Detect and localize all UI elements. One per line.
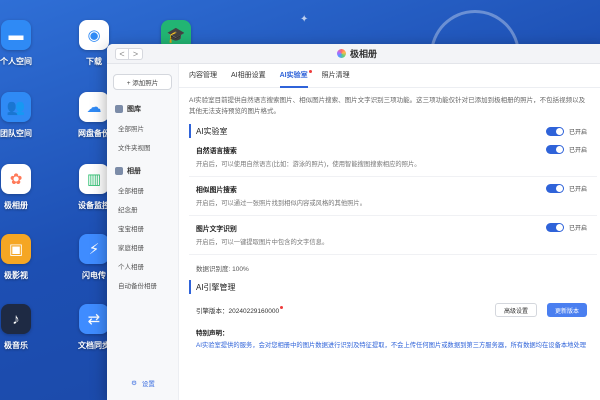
desktop-icon-personal-space[interactable]: ▬ 个人空间 <box>0 20 44 67</box>
video-icon: ▣ <box>1 234 31 264</box>
feature-toggle[interactable]: 已开启 <box>545 184 587 193</box>
library-icon <box>115 105 123 113</box>
desktop-icon-team-space[interactable]: 👥 团队空间 <box>0 92 44 139</box>
nav-buttons: < > <box>115 47 143 60</box>
desktop-icon-label: 下载 <box>86 57 102 66</box>
sidebar-item-baby-album[interactable]: 宝宝相册 <box>118 223 178 233</box>
recognition-progress: 数据识别度: 100% <box>196 266 249 273</box>
window-titlebar[interactable]: < > 极相册 <box>107 44 600 64</box>
wallpaper-star-decoration: ✦ <box>300 14 309 25</box>
download-globe-icon: ◉ <box>79 20 109 50</box>
update-version-button[interactable]: 更新版本 <box>546 303 587 317</box>
tab-label: AI实验室 <box>279 72 308 79</box>
desktop-icon-label: 文档同步 <box>78 341 110 350</box>
toggle-switch[interactable] <box>545 184 564 193</box>
sidebar-item-family-album[interactable]: 家庭相册 <box>118 242 178 252</box>
toggle-label: 已开启 <box>568 187 587 193</box>
sidebar-item-all-photos[interactable]: 全部照片 <box>118 123 178 133</box>
engine-version: 引擎版本：20240229160000 <box>196 308 280 315</box>
feature-desc: 开启后，可以一键提取图片中包含的文字信息。 <box>196 239 329 246</box>
folder-icon: ▬ <box>1 20 31 50</box>
desktop-icon-photos[interactable]: ✿ 极相册 <box>0 164 44 211</box>
sidebar-section-label: 相册 <box>127 168 141 175</box>
sidebar: + 添加照片 图库 全部照片 文件夹视图 相册 全部相册 纪念册 宝宝相册 家庭… <box>107 64 179 400</box>
feature-title: 自然语言搜索 <box>196 148 237 155</box>
toggle-switch[interactable] <box>545 223 564 232</box>
sidebar-section-albums[interactable]: 相册 <box>115 166 178 176</box>
flash-transfer-icon: ⚡ <box>79 234 109 264</box>
photos-app-window: < > 极相册 + 添加照片 图库 全部照片 文件夹视图 相册 全部相册 纪念册… <box>107 44 600 400</box>
tab-content-management[interactable]: 内容管理 <box>189 70 217 87</box>
feature-natural-language-search: 自然语言搜索 开启后，可以使用自然语言(比如：游泳的照片)，使用智能搜图搜索相应… <box>189 145 597 177</box>
tab-ai-lab[interactable]: AI实验室 <box>279 70 312 88</box>
feature-toggle[interactable]: 已开启 <box>545 223 587 232</box>
app-logo-icon <box>336 49 346 58</box>
sidebar-item-personal-album[interactable]: 个人相册 <box>118 261 178 271</box>
section-title: AI引擎管理 <box>196 282 236 292</box>
window-title-text: 极相册 <box>349 49 378 59</box>
toggle-label: 已开启 <box>568 129 587 136</box>
sidebar-item-folder-view[interactable]: 文件夹视图 <box>118 142 178 152</box>
photos-flower-icon: ✿ <box>1 164 31 194</box>
toggle-label: 已开启 <box>568 226 587 232</box>
desktop-icon-label: 极影视 <box>4 271 28 280</box>
sidebar-item-memorial-album[interactable]: 纪念册 <box>118 204 178 214</box>
main-panel: 内容管理 AI相册设置 AI实验室 照片清理 AI实验室目前提供自然语言搜索图片… <box>179 64 600 400</box>
settings-button[interactable]: ⚙ 设置 <box>107 378 179 388</box>
toggle-switch[interactable] <box>545 126 564 136</box>
notice-title: 特别声明： <box>196 330 229 337</box>
desktop-icon-label: 个人空间 <box>0 57 32 66</box>
intro-text: AI实验室目前提供自然语言搜索图片、相似图片搜索、图片文字识别三项功能。这三项功… <box>189 97 586 115</box>
feature-image-text-recognition: 图片文字识别 开启后，可以一键提取图片中包含的文字信息。 已开启 <box>189 223 597 255</box>
device-monitor-icon: ▥ <box>79 164 109 194</box>
doc-sync-icon: ⇄ <box>79 304 109 334</box>
team-folder-icon: 👥 <box>1 92 31 122</box>
feature-desc: 开启后，可以通过一张照片找到相似内容或风格的其他照片。 <box>196 200 367 207</box>
desktop-icon-label: 设备监控 <box>78 201 110 210</box>
desktop-icon-label: 极音乐 <box>4 341 28 350</box>
update-dot <box>280 306 284 309</box>
feature-title: 相似图片搜索 <box>196 187 237 194</box>
ai-lab-section-header: AI实验室 已开启 <box>189 124 597 138</box>
toggle-label: 已开启 <box>568 148 587 154</box>
feature-title: 图片文字识别 <box>196 226 237 233</box>
sidebar-item-auto-backup-album[interactable]: 自动备份相册 <box>118 280 178 290</box>
music-icon: ♪ <box>1 304 31 334</box>
desktop-icon-label: 团队空间 <box>0 129 32 138</box>
notice-text: AI实验室提供的服务，会对您相册中的图片数据进行识别及特征提取，不会上传任何图片… <box>196 342 587 349</box>
album-icon <box>115 167 123 175</box>
ai-engine-section-header: AI引擎管理 <box>189 280 597 294</box>
sidebar-section-library[interactable]: 图库 <box>115 104 178 114</box>
gear-icon: ⚙ <box>131 380 137 387</box>
desktop-icon-label: 极相册 <box>4 201 28 210</box>
ai-lab-content: AI实验室目前提供自然语言搜索图片、相似图片搜索、图片文字识别三项功能。这三项功… <box>179 88 600 349</box>
desktop-icon-music[interactable]: ♪ 极音乐 <box>0 304 44 351</box>
new-badge-dot <box>308 70 312 73</box>
cloud-backup-icon: ☁ <box>79 92 109 122</box>
sidebar-item-all-albums[interactable]: 全部相册 <box>118 185 178 195</box>
desktop-icon-video[interactable]: ▣ 极影视 <box>0 234 44 281</box>
window-title: 极相册 <box>336 47 378 60</box>
tab-bar: 内容管理 AI相册设置 AI实验室 照片清理 <box>179 64 600 88</box>
advanced-settings-button[interactable]: 高级设置 <box>494 303 537 317</box>
add-photo-button[interactable]: + 添加照片 <box>113 74 172 90</box>
section-title: AI实验室 <box>196 126 228 136</box>
tab-photo-cleanup[interactable]: 照片清理 <box>322 70 350 87</box>
tab-ai-album-settings[interactable]: AI相册设置 <box>231 70 266 87</box>
feature-similar-image-search: 相似图片搜索 开启后，可以通过一张照片找到相似内容或风格的其他照片。 已开启 <box>189 184 597 216</box>
back-button[interactable]: < <box>115 47 129 60</box>
feature-desc: 开启后，可以使用自然语言(比如：游泳的照片)，使用智能搜图搜索相应的照片。 <box>196 161 421 168</box>
forward-button[interactable]: > <box>129 47 143 60</box>
engine-version-row: 引擎版本：20240229160000 高级设置 更新版本 <box>189 301 597 319</box>
settings-label: 设置 <box>141 381 155 388</box>
desktop-icon-label: 闪电传 <box>82 271 106 280</box>
ai-lab-toggle[interactable]: 已开启 <box>545 126 587 136</box>
feature-toggle[interactable]: 已开启 <box>545 145 587 154</box>
sidebar-section-label: 图库 <box>127 106 141 113</box>
toggle-switch[interactable] <box>545 145 564 154</box>
desktop-icon-label: 网盘备份 <box>78 129 110 138</box>
